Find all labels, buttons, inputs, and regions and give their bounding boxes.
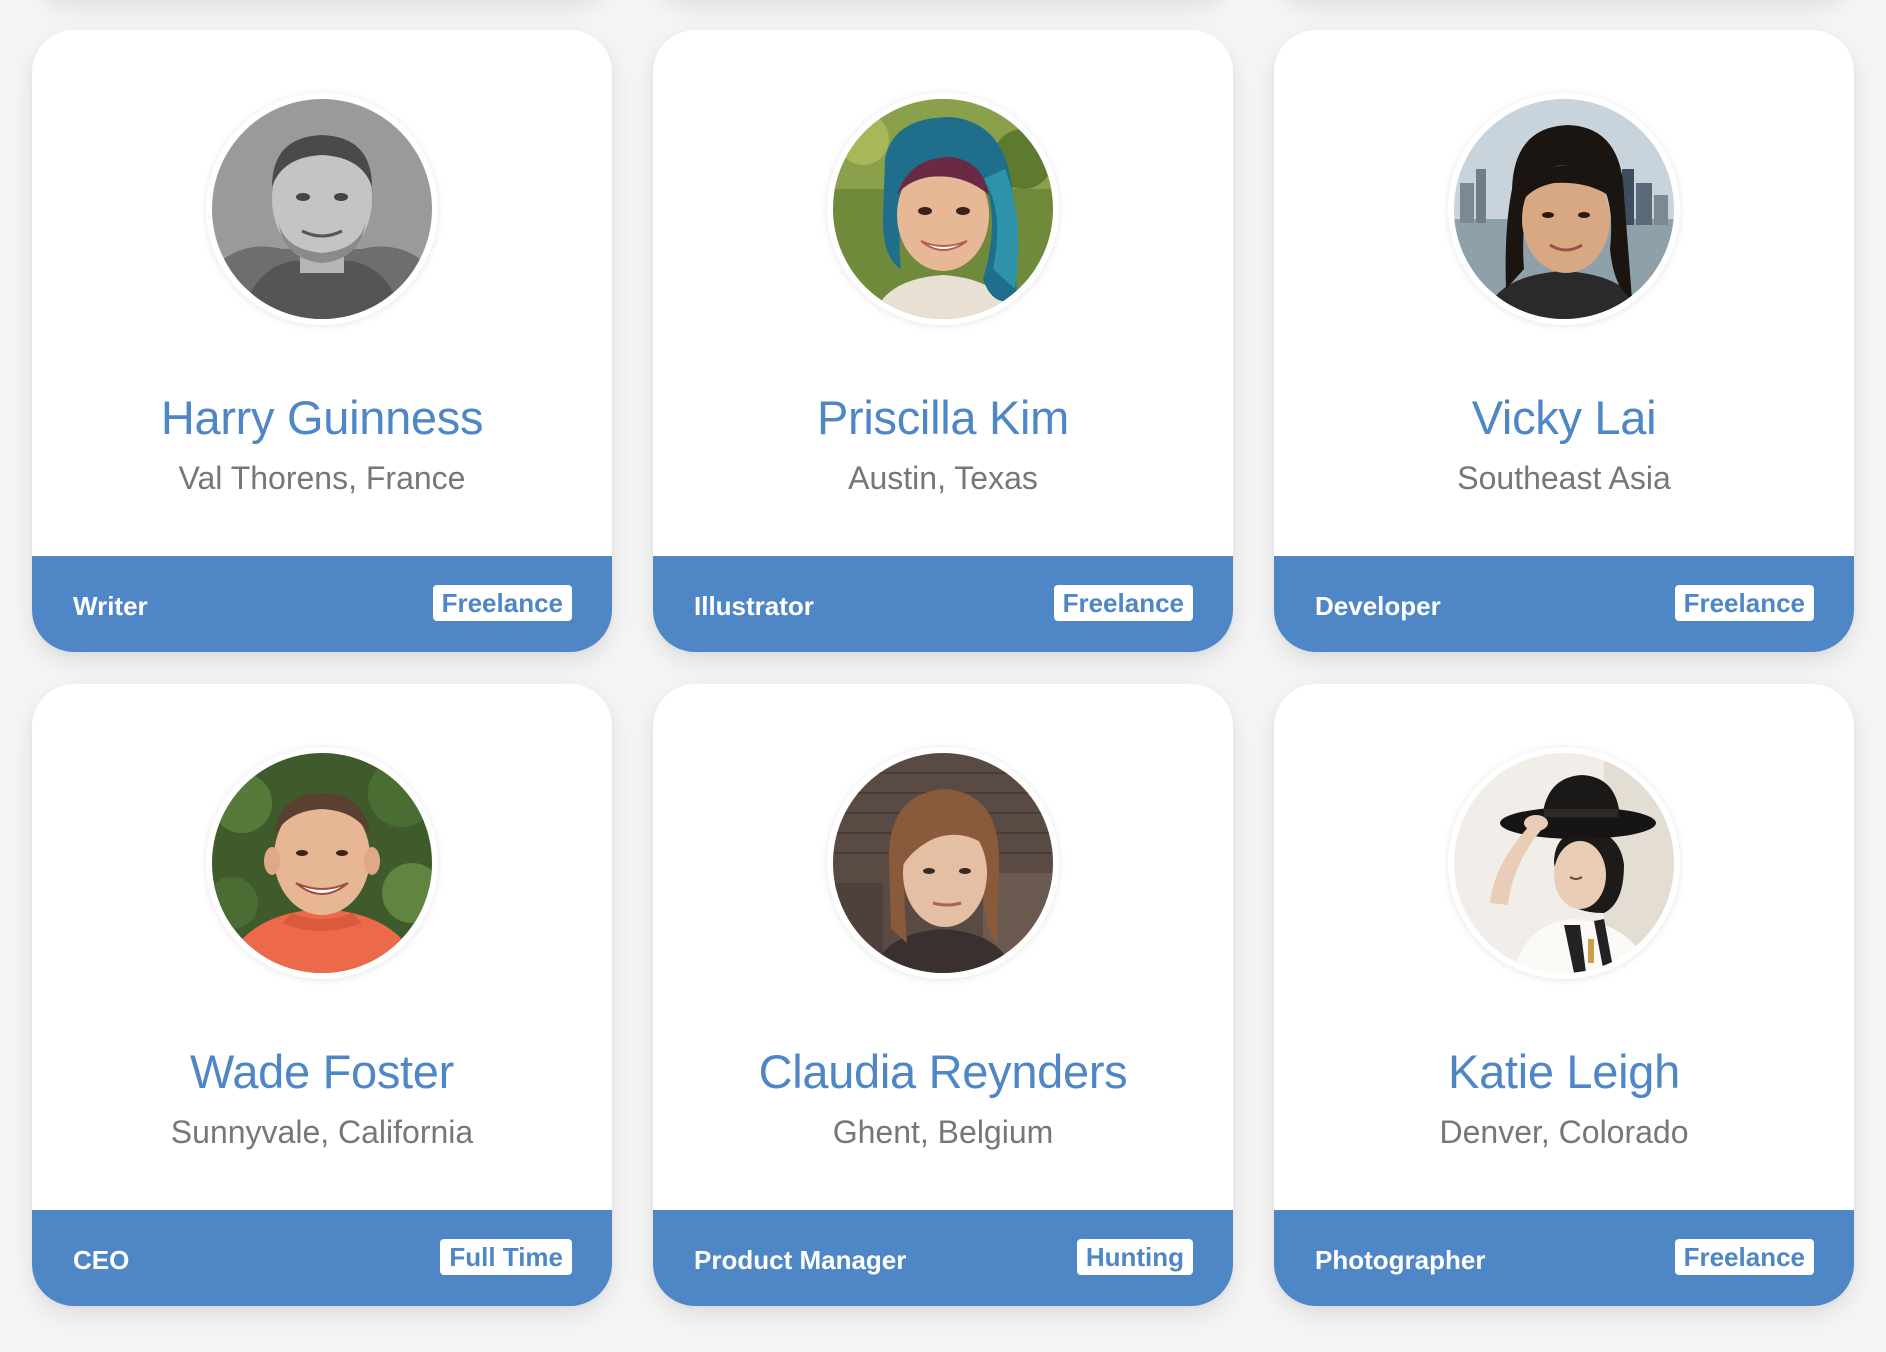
avatar bbox=[827, 93, 1059, 325]
profile-name[interactable]: Katie Leigh bbox=[1274, 1044, 1854, 1100]
profile-name[interactable]: Wade Foster bbox=[32, 1044, 612, 1100]
profile-role: Developer bbox=[1315, 591, 1441, 621]
card-footer: Writer Freelance bbox=[32, 556, 612, 652]
profile-location: Denver, Colorado bbox=[1439, 1114, 1689, 1150]
profile-card[interactable]: Vicky Lai Southeast Asia Developer Freel… bbox=[1274, 30, 1854, 652]
profile-location: Sunnyvale, California bbox=[170, 1114, 474, 1150]
profile-location: Val Thorens, France bbox=[178, 460, 466, 496]
profile-photo-icon bbox=[833, 99, 1053, 319]
status-badge: Freelance bbox=[1674, 585, 1814, 621]
avatar bbox=[827, 747, 1059, 979]
profile-card[interactable]: Wade Foster Sunnyvale, California CEO Fu… bbox=[32, 684, 612, 1306]
profile-name[interactable]: Vicky Lai bbox=[1274, 390, 1854, 446]
profile-photo-icon bbox=[212, 99, 432, 319]
card-footer: Photographer Freelance bbox=[1274, 1210, 1854, 1306]
card-footer: Developer Freelance bbox=[1274, 556, 1854, 652]
status-badge: Hunting bbox=[1076, 1239, 1193, 1275]
card-footer: Illustrator Freelance bbox=[653, 556, 1233, 652]
card-footer: Product Manager Hunting bbox=[653, 1210, 1233, 1306]
profile-location: Austin, Texas bbox=[848, 460, 1038, 496]
profile-role: Illustrator bbox=[694, 591, 814, 621]
profile-name[interactable]: Claudia Reynders bbox=[653, 1044, 1233, 1100]
profile-name[interactable]: Harry Guinness bbox=[32, 390, 612, 446]
profile-location: Ghent, Belgium bbox=[832, 1114, 1054, 1150]
profile-card[interactable]: Priscilla Kim Austin, Texas Illustrator … bbox=[653, 30, 1233, 652]
status-badge: Freelance bbox=[432, 585, 572, 621]
profile-card-grid: Harry Guinness Val Thorens, France Write… bbox=[32, 30, 1854, 1306]
status-badge: Freelance bbox=[1053, 585, 1193, 621]
avatar bbox=[1448, 93, 1680, 325]
profile-role: Product Manager bbox=[694, 1245, 907, 1275]
profile-name[interactable]: Priscilla Kim bbox=[653, 390, 1233, 446]
profile-card[interactable]: Harry Guinness Val Thorens, France Write… bbox=[32, 30, 612, 652]
avatar bbox=[1448, 747, 1680, 979]
status-badge: Freelance bbox=[1674, 1239, 1814, 1275]
avatar bbox=[206, 747, 438, 979]
profile-role: CEO bbox=[73, 1245, 130, 1275]
profile-card[interactable]: Claudia Reynders Ghent, Belgium Product … bbox=[653, 684, 1233, 1306]
profile-card[interactable]: Katie Leigh Denver, Colorado Photographe… bbox=[1274, 684, 1854, 1306]
avatar bbox=[206, 93, 438, 325]
profile-role: Photographer bbox=[1315, 1245, 1486, 1275]
profile-location: Southeast Asia bbox=[1457, 460, 1671, 496]
profile-role: Writer bbox=[73, 591, 148, 621]
profile-photo-icon bbox=[212, 753, 432, 973]
profile-photo-icon bbox=[833, 753, 1053, 973]
profile-photo-icon bbox=[1454, 753, 1674, 973]
card-footer: CEO Full Time bbox=[32, 1210, 612, 1306]
profile-photo-icon bbox=[1454, 99, 1674, 319]
status-badge: Full Time bbox=[440, 1239, 572, 1275]
